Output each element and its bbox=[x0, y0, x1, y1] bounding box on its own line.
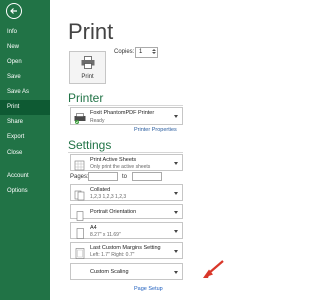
pages-label: Pages: bbox=[70, 174, 89, 180]
copies-stepper[interactable]: 1 bbox=[135, 47, 158, 58]
collation-subtitle: 1,2,3 1,2,3 1,2,3 bbox=[90, 194, 127, 200]
copies-value: 1 bbox=[139, 49, 143, 55]
orientation-select[interactable]: Portrait Orientation bbox=[70, 204, 183, 221]
chevron-down-icon bbox=[174, 211, 178, 214]
pages-from-input[interactable] bbox=[88, 172, 118, 181]
backstage-sidebar: Info New Open Save Save As Print Share E… bbox=[0, 0, 50, 300]
margins-icon bbox=[74, 246, 86, 264]
chevron-down-icon bbox=[174, 162, 178, 165]
nav-new[interactable]: New bbox=[0, 40, 50, 55]
nav-info[interactable]: Info bbox=[0, 25, 50, 40]
paper-size-title: A4 bbox=[90, 225, 97, 231]
printer-name: Foxit PhantomPDF Printer bbox=[90, 110, 155, 116]
printer-divider bbox=[68, 105, 183, 106]
margins-title: Last Custom Margins Setting bbox=[90, 245, 161, 251]
nav-options[interactable]: Options bbox=[0, 184, 50, 199]
scaling-title: Custom Scaling bbox=[90, 269, 129, 275]
print-scope-select[interactable]: Print Active Sheets Only print the activ… bbox=[70, 154, 183, 171]
printer-heading: Printer bbox=[68, 91, 104, 105]
pages-to-input[interactable] bbox=[132, 172, 162, 181]
chevron-down-icon bbox=[174, 230, 178, 233]
spinner-icon[interactable] bbox=[152, 49, 156, 56]
collation-select[interactable]: Collated 1,2,3 1,2,3 1,2,3 bbox=[70, 184, 183, 201]
print-button-label: Print bbox=[81, 74, 94, 80]
print-scope-subtitle: Only print the active sheets bbox=[90, 164, 151, 170]
print-scope-title: Print Active Sheets bbox=[90, 157, 137, 163]
printer-properties-link[interactable]: Printer Properties bbox=[134, 127, 177, 133]
page-title: Print bbox=[68, 19, 114, 44]
print-button[interactable]: Print bbox=[69, 51, 106, 84]
settings-divider bbox=[68, 152, 183, 153]
back-arrow-icon[interactable] bbox=[6, 3, 22, 19]
margins-subtitle: Left: 1.7" Right: 0.7" bbox=[90, 252, 135, 258]
chevron-down-icon bbox=[174, 271, 178, 274]
nav-open[interactable]: Open bbox=[0, 55, 50, 70]
margins-select[interactable]: Last Custom Margins Setting Left: 1.7" R… bbox=[70, 242, 183, 259]
chevron-down-icon bbox=[174, 192, 178, 195]
print-panel: Print Print Copies: 1 Printer Foxit Phan… bbox=[50, 0, 257, 300]
pages-to-label: to bbox=[122, 174, 128, 180]
nav-save[interactable]: Save bbox=[0, 70, 50, 85]
annotation-arrow-icon bbox=[200, 259, 225, 289]
nav-export[interactable]: Export bbox=[0, 130, 50, 145]
printer-status: Ready bbox=[90, 118, 105, 124]
printer-device-icon bbox=[74, 111, 86, 129]
nav-account[interactable]: Account bbox=[0, 169, 50, 184]
nav-print[interactable]: Print bbox=[0, 100, 50, 115]
page-setup-link[interactable]: Page Setup bbox=[134, 286, 163, 292]
orientation-title: Portrait Orientation bbox=[90, 209, 137, 215]
printer-icon bbox=[81, 56, 95, 74]
paper-size-subtitle: 8.27" x 11.69" bbox=[90, 232, 121, 238]
scaling-select[interactable]: Custom Scaling bbox=[70, 263, 183, 280]
nav-close[interactable]: Close bbox=[0, 146, 50, 161]
printer-select[interactable]: Foxit PhantomPDF Printer Ready bbox=[70, 107, 183, 125]
paper-size-select[interactable]: A4 8.27" x 11.69" bbox=[70, 222, 183, 239]
nav-save-as[interactable]: Save As bbox=[0, 85, 50, 100]
collation-title: Collated bbox=[90, 187, 111, 193]
settings-heading: Settings bbox=[68, 138, 112, 152]
chevron-down-icon bbox=[174, 250, 178, 253]
nav-share[interactable]: Share bbox=[0, 115, 50, 130]
chevron-down-icon bbox=[174, 115, 178, 118]
copies-label: Copies: bbox=[114, 49, 135, 55]
